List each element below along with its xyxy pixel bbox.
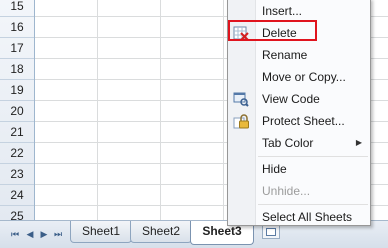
row-headers: 15 16 17 18 19 20 21 22 23 24 25 (0, 0, 35, 227)
prev-sheet-button[interactable]: ◀ (23, 226, 37, 242)
menu-label-hide: Hide (262, 162, 287, 176)
menu-separator (258, 156, 368, 157)
last-sheet-button[interactable]: ⏭ (51, 226, 65, 242)
menu-item-rename[interactable]: Rename (228, 44, 370, 66)
menu-label-move-copy: Move or Copy... (262, 70, 346, 84)
sheet-tab-sheet2[interactable]: Sheet2 (130, 221, 192, 243)
menu-label-select-all-sheets: Select All Sheets (262, 210, 353, 224)
menu-item-tab-color[interactable]: Tab Color ▶ (228, 132, 370, 154)
first-sheet-button[interactable]: ⏮ (8, 226, 22, 242)
row-header-24[interactable]: 24 (0, 185, 34, 206)
menu-item-hide[interactable]: Hide (228, 158, 370, 180)
menu-label-rename: Rename (262, 48, 308, 62)
protect-sheet-lock-icon (233, 113, 249, 129)
menu-item-view-code[interactable]: View Code (228, 88, 370, 110)
menu-label-view-code: View Code (262, 92, 320, 106)
row-header-15[interactable]: 15 (0, 0, 34, 17)
row-header-21[interactable]: 21 (0, 122, 34, 143)
menu-item-insert[interactable]: Insert... (228, 0, 370, 22)
sheet-tab-sheet1[interactable]: Sheet1 (70, 221, 132, 243)
menu-separator (258, 204, 368, 205)
menu-item-move-copy[interactable]: Move or Copy... (228, 66, 370, 88)
delete-highlight-box (228, 20, 317, 41)
row-header-23[interactable]: 23 (0, 164, 34, 185)
view-code-icon (233, 91, 249, 107)
row-header-22[interactable]: 22 (0, 143, 34, 164)
menu-item-select-all-sheets[interactable]: Select All Sheets (228, 206, 370, 228)
menu-label-protect-sheet: Protect Sheet... (262, 114, 345, 128)
row-header-17[interactable]: 17 (0, 38, 34, 59)
row-header-20[interactable]: 20 (0, 101, 34, 122)
menu-item-protect-sheet[interactable]: Protect Sheet... (228, 110, 370, 132)
row-header-18[interactable]: 18 (0, 59, 34, 80)
next-sheet-button[interactable]: ▶ (37, 226, 51, 242)
menu-label-insert: Insert... (262, 4, 303, 18)
submenu-arrow-icon: ▶ (355, 138, 362, 147)
menu-label-unhide: Unhide... (262, 184, 311, 198)
row-header-16[interactable]: 16 (0, 17, 34, 38)
menu-label-tab-color: Tab Color (262, 136, 314, 150)
row-header-19[interactable]: 19 (0, 80, 34, 101)
menu-item-unhide: Unhide... (228, 180, 370, 202)
